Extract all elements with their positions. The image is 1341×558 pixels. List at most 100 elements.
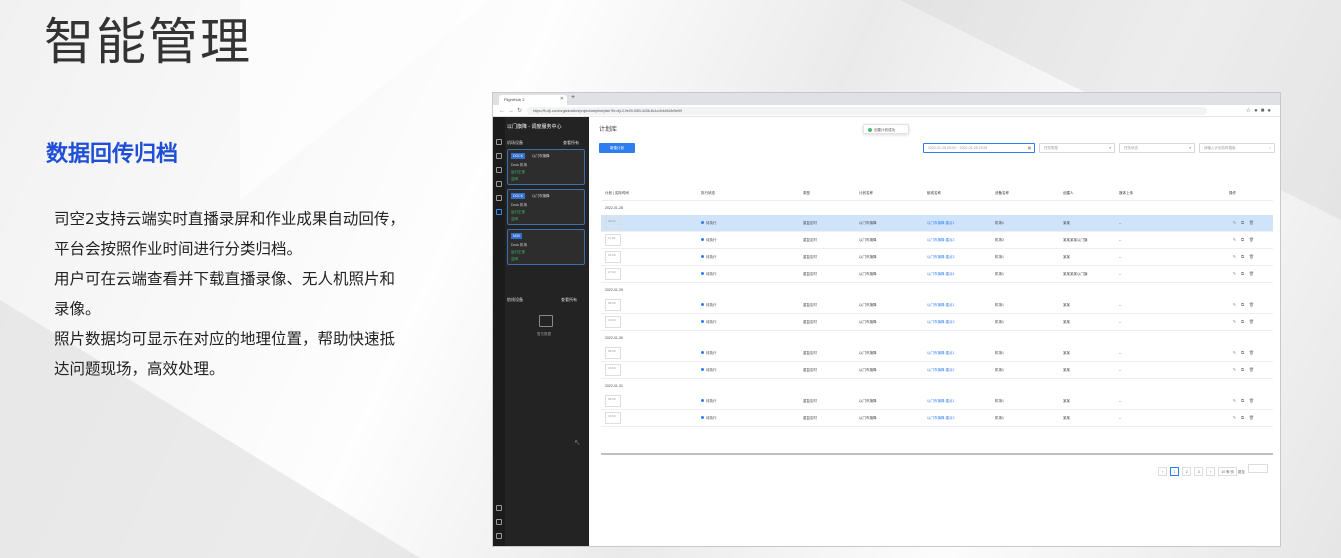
route-cell[interactable]: 以门市旗降 建点4 (927, 272, 954, 277)
copy-icon[interactable]: ⧉ (1241, 415, 1249, 420)
route-cell[interactable]: 以门市旗降 建点2 (927, 368, 954, 373)
edit-icon[interactable]: ✎ (1233, 237, 1241, 242)
table-row[interactable]: 11:00 待执行 重复定时 以门市旗降 以门市旗降 建点2 机场2 某某某某以门旗 -- ✎⧉… (601, 232, 1273, 249)
route-cell[interactable]: 以门市旗降 建点3 (927, 320, 954, 325)
route-cell[interactable]: 以门市旗降 建点1 (927, 303, 954, 308)
delete-icon[interactable]: 🗑 (1249, 415, 1259, 420)
task-status-select[interactable]: 任务状态 ▾ (1119, 143, 1195, 153)
horizontal-scrollbar[interactable] (601, 453, 1273, 455)
copy-icon[interactable]: ⧉ (1241, 350, 1249, 355)
copy-icon[interactable]: ⧉ (1241, 398, 1249, 403)
delete-icon[interactable]: 🗑 (1249, 254, 1259, 259)
copy-icon[interactable]: ⧉ (1241, 367, 1249, 372)
table-row[interactable]: 16:00 待执行 重复定时 以门市旗降 以门市旗降 建点2 机场1 某某 -- ✎⧉🗑 (601, 362, 1273, 379)
delete-icon[interactable]: 🗑 (1249, 271, 1259, 276)
table-row[interactable]: 13:00 待执行 重复定时 以门市旗降 以门市旗降 建点3 机场1 某某 -- ✎⧉🗑 (601, 314, 1273, 331)
edit-icon[interactable]: ✎ (1233, 415, 1241, 420)
sidebar: 以门旗降 - 调度服务中心 机场设备 查看所有 DOCK 以门市旗降 Dock … (493, 117, 589, 546)
goto-label: 跳至 (1238, 470, 1246, 474)
new-plan-button[interactable]: 新建计划 (599, 143, 635, 153)
browser-tab[interactable]: FlightHub 2 ✕ (499, 95, 567, 105)
route-cell[interactable]: 以门市旗降 建点1 (927, 399, 954, 404)
extension-icons[interactable]: ☆●■● (1246, 107, 1274, 114)
time-cell: 09:00 (605, 347, 621, 359)
table-row[interactable]: 15:00 待执行 重复定时 以门市旗降 以门市旗降 建点3 机场1 某某 -- ✎⧉🗑 (601, 249, 1273, 266)
route-cell[interactable]: 以门市旗降 建点1 (927, 221, 954, 226)
table-row[interactable]: 09:00 待执行 重复定时 以门市旗降 以门市旗降 建点1 机场1 某某 -- ✎⧉🗑 (601, 345, 1273, 362)
page-button[interactable]: 3 (1194, 467, 1204, 476)
status-text: 待执行 (706, 255, 717, 259)
copy-icon[interactable]: ⧉ (1241, 271, 1249, 276)
route-cell[interactable]: 以门市旗降 建点2 (927, 238, 954, 243)
plan-icon[interactable] (496, 209, 502, 215)
table-row[interactable]: 09:00 待执行 重复定时 以门市旗降 以门市旗降 建点1 机场1 某某 -- ✎⧉🗑 (601, 297, 1273, 314)
delete-icon[interactable]: 🗑 (1249, 302, 1259, 307)
page-button[interactable]: 1 (1170, 467, 1180, 476)
page-size-select[interactable]: 10 条/页 (1218, 467, 1238, 476)
delete-icon[interactable]: 🗑 (1249, 398, 1259, 403)
route-cell[interactable]: 以门市旗降 建点3 (927, 416, 954, 421)
creator-cell: 某某 (1063, 399, 1070, 403)
table-row[interactable]: 09:00 待执行 重复定时 以门市旗降 以门市旗降 建点1 机场1 某某 -- ✎⧉🗑 (601, 393, 1273, 410)
table-row[interactable]: 09:04 待执行 重复定时 以门市旗降 以门市旗降 建点1 机场1 某某 -- ✎⧉🗑 (601, 215, 1273, 232)
edit-icon[interactable]: ✎ (1233, 271, 1241, 276)
edit-icon[interactable]: ✎ (1233, 302, 1241, 307)
prev-page-button[interactable]: ‹ (1158, 467, 1168, 476)
map-icon[interactable] (496, 195, 502, 201)
new-tab-icon[interactable]: + (571, 94, 575, 101)
url-field[interactable]: https://fh.dji.com/organization/project/… (527, 107, 1207, 115)
copy-icon[interactable]: ⧉ (1241, 302, 1249, 307)
route-cell[interactable]: 以门市旗降 建点1 (927, 351, 954, 356)
table-row[interactable]: 14:00 待执行 重复定时 以门市旗降 以门市旗降 建点3 机场1 某某 -- ✎⧉🗑 (601, 410, 1273, 427)
copy-icon[interactable]: ⧉ (1241, 237, 1249, 242)
menu-icon[interactable] (496, 519, 502, 525)
page-button[interactable]: 2 (1182, 467, 1192, 476)
date-range-picker[interactable]: 2022-01-28 00:00 ~ 2022-01-28 23:59 ▦ (923, 143, 1035, 153)
delete-icon[interactable]: 🗑 (1249, 220, 1259, 225)
copy-icon[interactable]: ⧉ (1241, 319, 1249, 324)
plan-cell: 以门市旗降 (859, 368, 877, 372)
edit-icon[interactable]: ✎ (1233, 398, 1241, 403)
media-cell: -- (1119, 221, 1122, 225)
edit-icon[interactable]: ✎ (1233, 220, 1241, 225)
creator-cell: 某某某某以门旗 (1063, 272, 1088, 276)
plan-cell: 以门市旗降 (859, 303, 877, 307)
delete-icon[interactable]: 🗑 (1249, 319, 1259, 324)
delete-icon[interactable]: 🗑 (1249, 237, 1259, 242)
edit-icon[interactable]: ✎ (1233, 367, 1241, 372)
status-text: 待执行 (706, 272, 717, 276)
plan-cell: 以门市旗降 (859, 416, 877, 420)
type-cell: 重复定时 (803, 351, 817, 355)
task-type-select[interactable]: 任务类型 ▾ (1039, 143, 1115, 153)
device-icon[interactable] (496, 167, 502, 173)
pagination: ‹ 1 2 3 › 10 条/页 跳至 (1156, 464, 1268, 476)
home-icon[interactable] (496, 139, 502, 145)
edit-icon[interactable]: ✎ (1233, 254, 1241, 259)
creator-cell: 某某 (1063, 320, 1070, 324)
copy-icon[interactable]: ⧉ (1241, 220, 1249, 225)
search-input[interactable]: 请输入计划名称搜索 ⌕ (1199, 143, 1275, 153)
delete-icon[interactable]: 🗑 (1249, 367, 1259, 372)
next-page-button[interactable]: › (1206, 467, 1216, 476)
settings-icon[interactable] (496, 505, 502, 511)
status-cell: 待执行 (701, 221, 717, 226)
alert-icon[interactable] (496, 153, 502, 159)
edit-icon[interactable]: ✎ (1233, 350, 1241, 355)
close-icon[interactable]: ✕ (560, 97, 564, 102)
view-all-link[interactable]: 查看所有 (563, 140, 579, 146)
delete-icon[interactable]: 🗑 (1249, 350, 1259, 355)
success-toast: 创建计划成功 (863, 124, 909, 134)
media-cell: -- (1119, 320, 1122, 324)
table-row[interactable]: 17:00 待执行 重复定时 以门市旗降 以门市旗降 建点4 机场1 某某某某以门旗 -- ✎⧉… (601, 266, 1273, 283)
route-cell[interactable]: 以门市旗降 建点3 (927, 255, 954, 260)
edit-icon[interactable]: ✎ (1233, 319, 1241, 324)
device-card[interactable]: M30 Dock 机场 运行正常 空闲 (507, 229, 585, 265)
goto-input[interactable] (1248, 464, 1268, 473)
nav-arrows-icon[interactable]: ←→↻ (499, 107, 525, 114)
copy-icon[interactable]: ⧉ (1241, 254, 1249, 259)
device-card[interactable]: DOCK 以门市旗降 Dock 机场 运行正常 空闲 (507, 189, 585, 225)
user-icon[interactable] (496, 533, 502, 539)
device-card[interactable]: DOCK 以门市旗降 Dock 机场 运行正常 空闲 (507, 149, 585, 185)
media-icon[interactable] (496, 181, 502, 187)
view-all-link[interactable]: 查看所有 (561, 297, 577, 303)
